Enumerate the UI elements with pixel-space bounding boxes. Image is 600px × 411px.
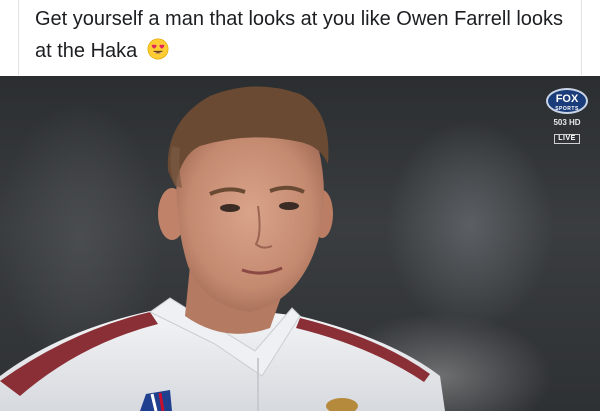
network-sub: SPORTS — [555, 106, 579, 112]
fox-sports-logo-icon: FOX SPORTS — [546, 88, 588, 114]
channel-number: 503 HD — [553, 118, 581, 127]
man-portrait-photo — [0, 86, 445, 411]
post-caption-text: Get yourself a man that looks at you lik… — [35, 8, 564, 62]
social-post: Get yourself a man that looks at you lik… — [0, 0, 600, 411]
live-badge: LIVE — [554, 134, 580, 144]
broadcast-badge: FOX SPORTS 503 HD LIVE — [544, 88, 590, 145]
post-photo: FOX SPORTS 503 HD LIVE — [0, 76, 600, 411]
heart-eyes-emoji-icon — [147, 38, 169, 60]
network-name: FOX — [555, 93, 579, 105]
post-caption: Get yourself a man that looks at you lik… — [18, 0, 582, 75]
